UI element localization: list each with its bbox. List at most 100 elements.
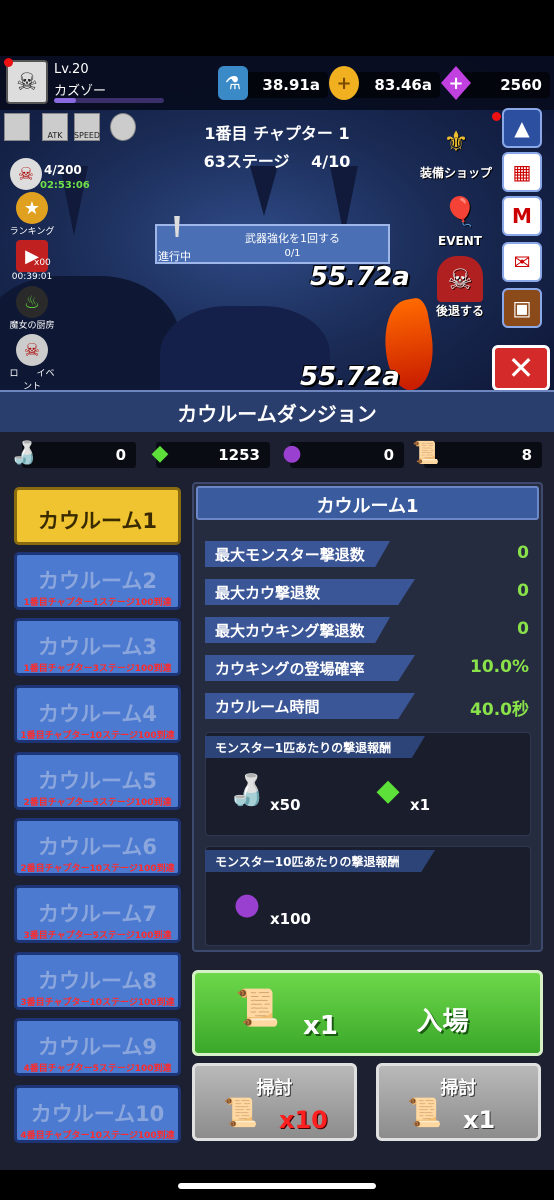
- room-tab-4[interactable]: カウルーム4 1番目チャプター10ステージ100到達: [14, 685, 181, 743]
- room-name: カウルーム8: [38, 969, 157, 993]
- retreat-button[interactable]: ☠ 後退する: [422, 256, 498, 319]
- skeleton-door-icon: ☠: [437, 256, 483, 302]
- room-tab-9[interactable]: カウルーム9 4番目チャプター5ステージ100到達: [14, 1018, 181, 1076]
- sweep-label: 掃討: [440, 1078, 477, 1099]
- event-button[interactable]: ☠ ロ イベ ント: [4, 334, 60, 392]
- event-banner-button[interactable]: 🎈 EVENT: [422, 188, 498, 249]
- treasure-chest-button[interactable]: ▣: [502, 288, 542, 328]
- room-requirement: 1番目チャプター3ステージ100到達: [23, 664, 172, 674]
- sweep-label: 掃討: [256, 1078, 293, 1099]
- video-count: x00: [34, 258, 51, 268]
- dark-orb-icon: ●: [282, 440, 302, 466]
- mail-icon: ✉: [513, 250, 531, 274]
- room-requirement: 4番目チャプター10ステージ100到達: [20, 1131, 175, 1141]
- stat-label: カウルーム時間: [205, 693, 415, 719]
- mission-m-icon: M: [512, 204, 532, 228]
- notification-dot: [492, 112, 501, 121]
- room-detail-title: カウルーム1: [196, 486, 539, 520]
- capacity-timer: 02:53:06: [40, 180, 90, 191]
- room-tab-5[interactable]: カウルーム5 2番目チャプター5ステージ100到達: [14, 752, 181, 810]
- room-tab-7[interactable]: カウルーム7 3番目チャプター5ステージ100到達: [14, 885, 181, 943]
- video-reward-button[interactable]: ▶ x00 00:39:01: [4, 240, 60, 282]
- potion-jar-icon: ⚗: [218, 66, 248, 100]
- green-crystal-icon: ◆: [151, 440, 169, 466]
- mail-button[interactable]: ✉: [502, 242, 542, 282]
- stat-row: カウルーム時間 40.0秒: [205, 693, 535, 720]
- mission-button[interactable]: M: [502, 196, 542, 236]
- room-requirement: 4番目チャプター5ステージ100到達: [23, 1064, 172, 1074]
- stat-label: 最大モンスター撃退数: [205, 541, 390, 567]
- green-crystal-icon: ◆: [376, 772, 400, 808]
- milk-bottle-icon: 🍶: [228, 772, 266, 808]
- ranking-button[interactable]: ★ ランキング: [4, 192, 60, 237]
- stat-row: カウキングの登場確率 10.0%: [205, 655, 535, 681]
- sweep-count: x10: [279, 1106, 328, 1134]
- stat-value: 40.0秒: [470, 700, 529, 720]
- room-tab-6[interactable]: カウルーム6 2番目チャプター10ステージ100到達: [14, 818, 181, 876]
- xp-bar: [54, 98, 164, 103]
- quest-progress: 0/1: [284, 248, 301, 259]
- close-button[interactable]: ✕: [492, 345, 550, 391]
- stalactite: [250, 166, 278, 216]
- equipment-shop-label: 装備ショップ: [419, 166, 492, 180]
- witch-kitchen-button[interactable]: ♨ 魔女の厨房: [4, 286, 60, 331]
- event-banner-label: EVENT: [438, 234, 482, 248]
- damage-number: 55.72a: [300, 362, 400, 390]
- stat-label: 最大カウ撃退数: [205, 579, 415, 605]
- room-requirement: 2番目チャプター10ステージ100到達: [20, 864, 175, 874]
- player-avatar[interactable]: ☠: [6, 60, 48, 104]
- retreat-label: 後退する: [435, 304, 484, 318]
- room-name: カウルーム2: [38, 569, 157, 593]
- capacity-count: 4/200: [44, 163, 82, 177]
- quest-status: 進行中: [158, 250, 191, 263]
- reward-count: x50: [270, 796, 301, 814]
- room-tab-1[interactable]: カウルーム1: [14, 487, 181, 545]
- stat-label: 最大カウキング撃退数: [205, 617, 390, 643]
- room-name: カウルーム3: [38, 635, 157, 659]
- sweep-x1-button[interactable]: 掃討 📜 x1: [376, 1063, 541, 1141]
- room-name: カウルーム9: [38, 1035, 157, 1059]
- room-requirement: 3番目チャプター10ステージ100到達: [20, 998, 175, 1008]
- room-tab-3[interactable]: カウルーム3 1番目チャプター3ステージ100到達: [14, 618, 181, 676]
- shop-sign-icon: ⚜: [443, 124, 469, 158]
- room-requirement: 3番目チャプター5ステージ100到達: [23, 931, 172, 941]
- scroll-ticket-icon: 📜: [223, 1096, 258, 1129]
- sweep-x10-button[interactable]: 掃討 📜 x10: [192, 1063, 357, 1141]
- room-tab-2[interactable]: カウルーム2 1番目チャプター1ステージ100到達: [14, 552, 181, 610]
- scroll-ticket-icon: 📜: [407, 1096, 442, 1129]
- player-name: カズゾー: [54, 84, 107, 99]
- room-tab-10[interactable]: カウルーム10 4番目チャプター10ステージ100到達: [14, 1085, 181, 1143]
- stat-value: 0: [517, 543, 529, 563]
- equipment-shop-button[interactable]: ⚜ 装備ショップ: [418, 118, 494, 181]
- video-timer: 00:39:01: [11, 272, 53, 282]
- collapse-up-button[interactable]: ▲: [502, 108, 542, 148]
- witch-kitchen-label: 魔女の厨房: [9, 321, 55, 331]
- event-label: ロ イベ ント: [9, 369, 55, 392]
- gold-coin-icon[interactable]: +: [329, 66, 359, 100]
- stat-row: 最大モンスター撃退数 0: [205, 541, 535, 567]
- reward-per-1-title: モンスター1匹あたりの撃退報酬: [205, 736, 425, 758]
- room-name: カウルーム5: [38, 769, 157, 793]
- calendar-button[interactable]: ▦: [502, 152, 542, 192]
- room-name: カウルーム1: [38, 509, 157, 533]
- room-tab-8[interactable]: カウルーム8 3番目チャプター10ステージ100到達: [14, 952, 181, 1010]
- close-icon: ✕: [507, 349, 535, 387]
- dark-orb-icon: ●: [233, 886, 261, 922]
- stat-value: 10.0%: [470, 657, 529, 677]
- home-indicator[interactable]: [178, 1183, 376, 1189]
- reward-count: x100: [270, 910, 311, 928]
- skeleton-icon: ☠: [16, 334, 48, 366]
- cauldron-icon: ♨: [16, 286, 48, 318]
- notification-dot: [4, 58, 13, 67]
- quest-title: 武器強化を1回する: [245, 232, 340, 245]
- treasure-chest-icon: ▣: [512, 296, 532, 320]
- enter-button[interactable]: 📜 x1 入場: [192, 970, 543, 1056]
- room-name: カウルーム7: [38, 902, 157, 926]
- chevron-up-icon: ▲: [514, 116, 530, 140]
- scroll-ticket-icon: 📜: [412, 440, 440, 466]
- calendar-icon: ▦: [512, 160, 532, 184]
- enter-label: 入場: [416, 1007, 469, 1037]
- room-name: カウルーム10: [30, 1102, 165, 1126]
- room-requirement: 1番目チャプター10ステージ100到達: [20, 731, 175, 741]
- stat-row: 最大カウキング撃退数 0: [205, 617, 535, 643]
